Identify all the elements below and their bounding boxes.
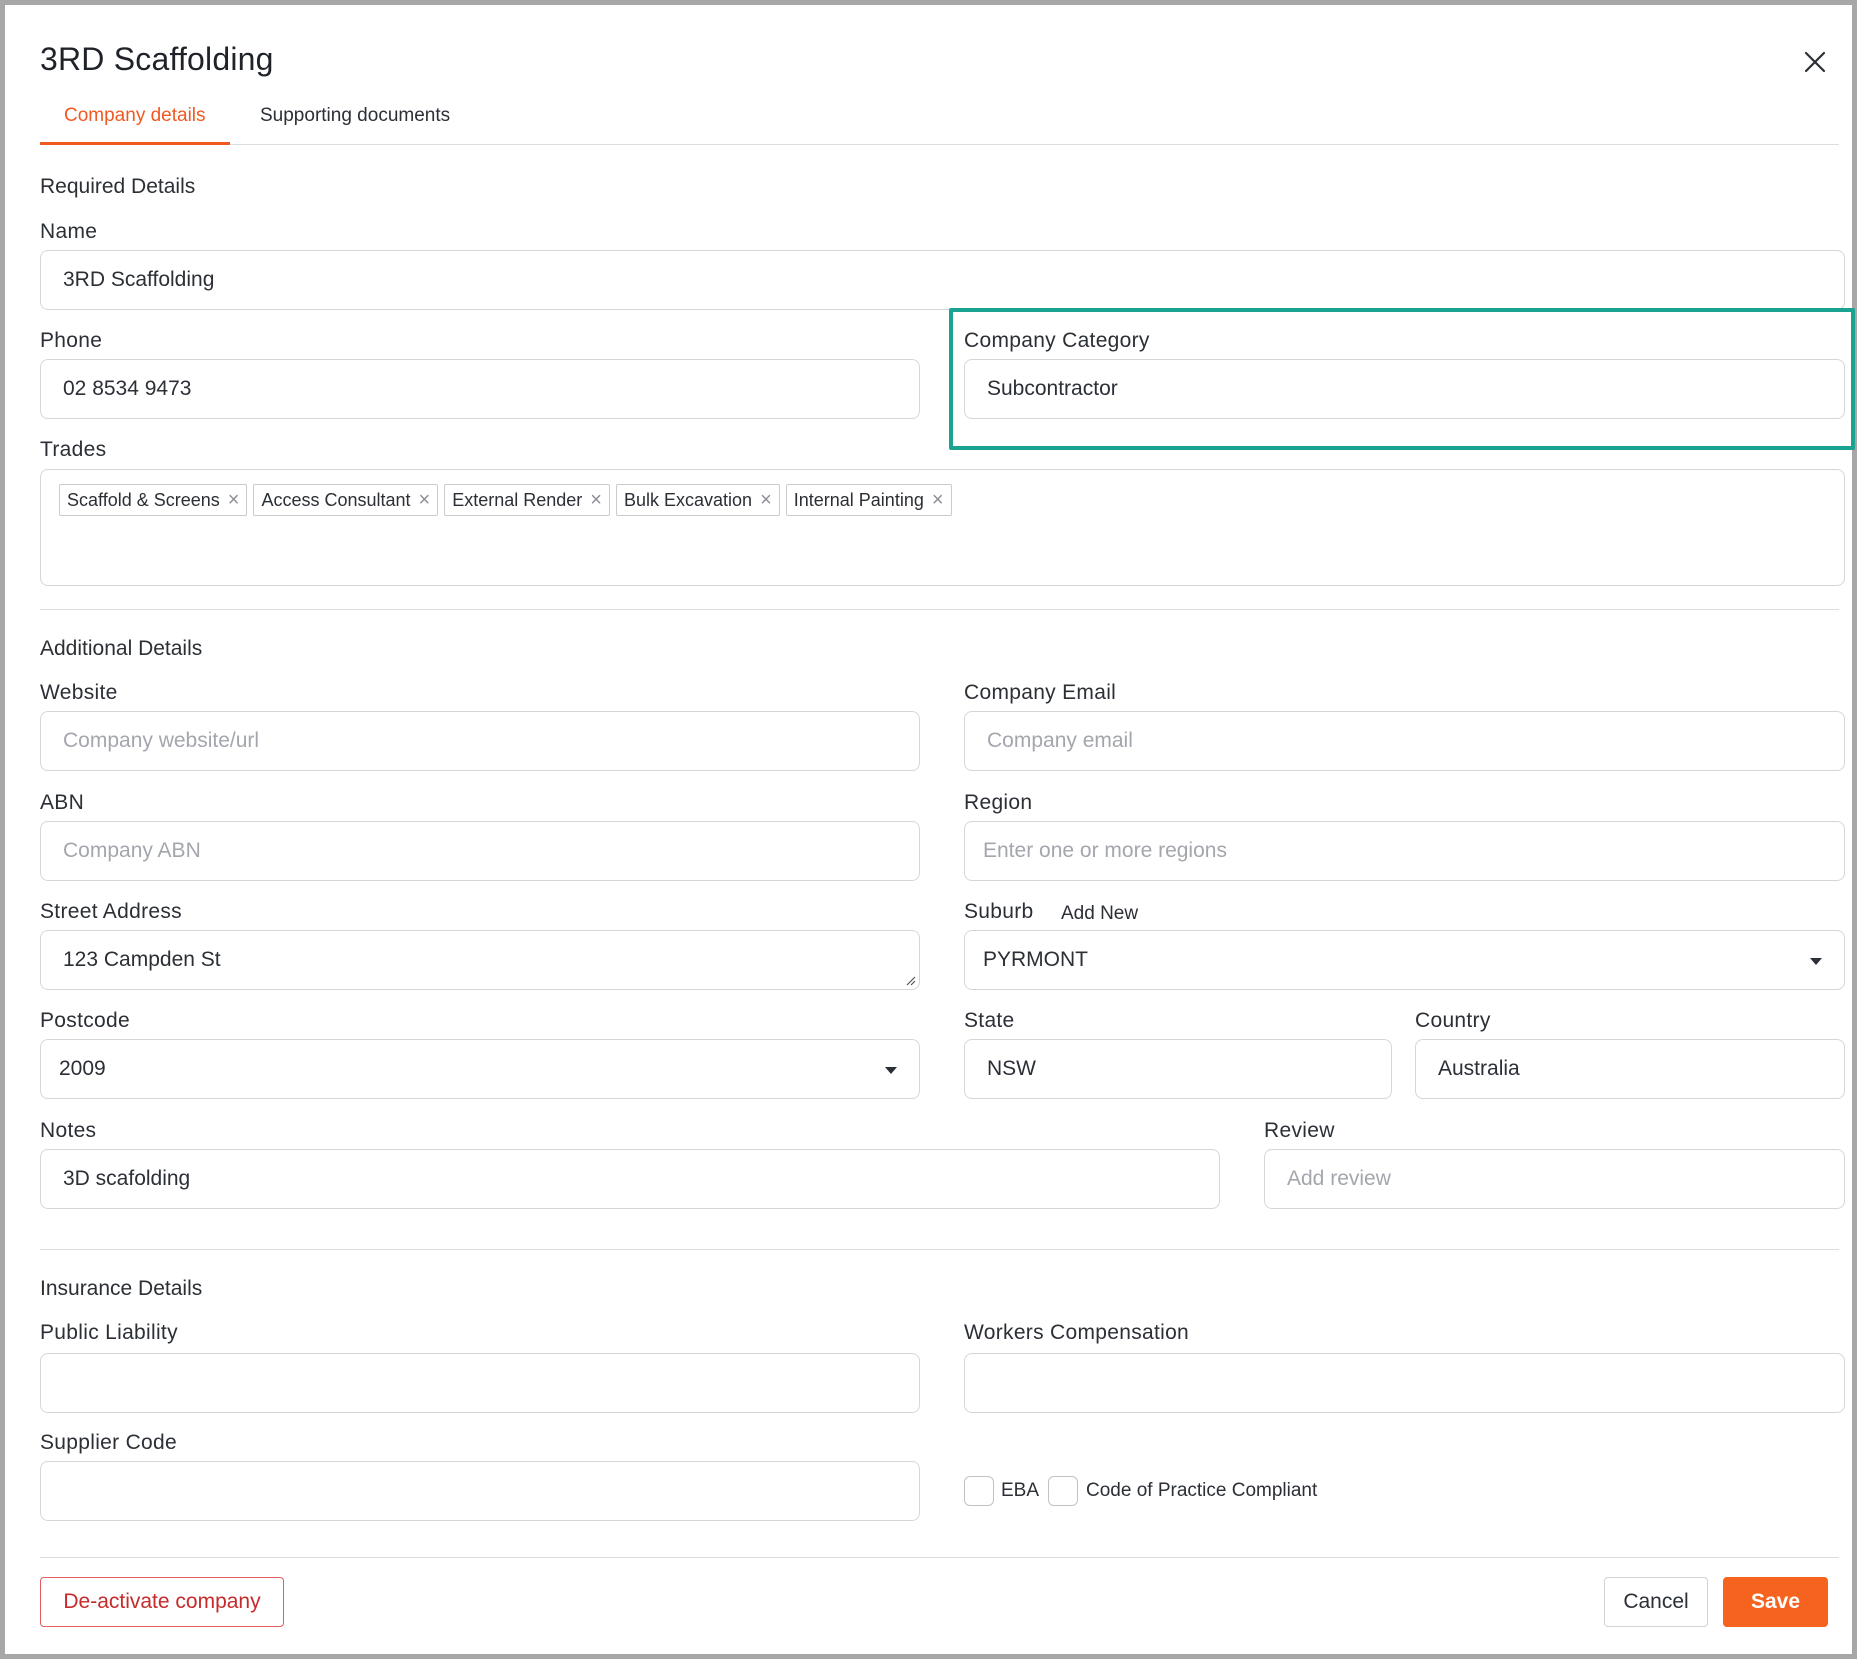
remove-tag-icon[interactable]: × [590, 485, 602, 515]
insurance-details-heading: Insurance Details [40, 1277, 203, 1300]
section-divider [40, 1249, 1839, 1250]
region-input[interactable]: Enter one or more regions [964, 821, 1845, 881]
phone-input[interactable]: 02 8534 9473 [40, 359, 920, 419]
required-details-heading: Required Details [40, 175, 196, 198]
chevron-down-icon [885, 1067, 897, 1074]
company-dialog: 3RD Scaffolding Company details Supporti… [5, 5, 1855, 1654]
save-button[interactable]: Save [1723, 1577, 1828, 1627]
country-label: Country [1415, 1009, 1491, 1032]
website-input[interactable]: Company website/url [40, 711, 920, 771]
company-email-label: Company Email [964, 681, 1117, 704]
eba-checkbox[interactable] [964, 1476, 994, 1506]
suburb-value: PYRMONT [983, 948, 1088, 971]
resize-handle-icon[interactable] [904, 974, 916, 986]
trade-tag-label: External Render [452, 490, 583, 510]
remove-tag-icon[interactable]: × [932, 485, 944, 515]
name-input[interactable]: 3RD Scaffolding [40, 250, 1845, 310]
additional-details-heading: Additional Details [40, 637, 203, 660]
state-input[interactable]: NSW [964, 1039, 1392, 1099]
phone-label: Phone [40, 329, 103, 352]
trade-tag-label: Bulk Excavation [623, 490, 753, 510]
postcode-select[interactable]: 2009 [40, 1039, 920, 1099]
trades-tag-list: Scaffold & Screens × Access Consultant × E… [59, 484, 952, 516]
notes-input[interactable]: 3D scafolding [40, 1149, 1220, 1209]
region-label: Region [964, 791, 1033, 814]
trade-tag-label: Access Consultant [261, 490, 411, 510]
supplier-code-label: Supplier Code [40, 1431, 177, 1454]
suburb-add-new-link[interactable]: Add New [1061, 903, 1138, 925]
street-address-label: Street Address [40, 900, 182, 923]
trades-input[interactable]: Scaffold & Screens × Access Consultant × E… [40, 469, 1845, 586]
footer-divider [40, 1557, 1839, 1558]
public-liability-input[interactable] [40, 1353, 920, 1413]
company-category-input[interactable]: Subcontractor [964, 359, 1845, 419]
trade-tag: Bulk Excavation × [615, 484, 780, 516]
website-label: Website [40, 681, 118, 704]
postcode-value: 2009 [59, 1057, 106, 1080]
code-of-practice-label: Code of Practice Compliant [1086, 1480, 1318, 1501]
section-divider [40, 609, 1839, 610]
remove-tag-icon[interactable]: × [419, 485, 431, 515]
review-input[interactable]: Add review [1264, 1149, 1845, 1209]
trade-tag-label: Internal Painting [793, 490, 924, 510]
suburb-select[interactable]: PYRMONT [964, 930, 1845, 990]
cancel-button[interactable]: Cancel [1604, 1577, 1708, 1627]
workers-compensation-label: Workers Compensation [964, 1321, 1190, 1344]
deactivate-company-button[interactable]: De-activate company [40, 1577, 284, 1627]
company-email-input[interactable]: Company email [964, 711, 1845, 771]
code-of-practice-checkbox[interactable] [1048, 1476, 1078, 1506]
street-address-input[interactable]: 123 Campden St [40, 930, 920, 990]
postcode-label: Postcode [40, 1009, 130, 1032]
state-label: State [964, 1009, 1015, 1032]
trade-tag: External Render × [444, 484, 610, 516]
street-address-value: 123 Campden St [63, 948, 221, 971]
name-label: Name [40, 220, 98, 243]
abn-label: ABN [40, 791, 85, 814]
remove-tag-icon[interactable]: × [760, 485, 772, 515]
review-label: Review [1264, 1119, 1335, 1142]
remove-tag-icon[interactable]: × [228, 485, 240, 515]
supplier-code-input[interactable] [40, 1461, 920, 1521]
close-icon[interactable] [1803, 50, 1827, 74]
eba-label: EBA [1001, 1480, 1040, 1501]
trade-tag: Scaffold & Screens × [59, 484, 248, 516]
trades-label: Trades [40, 438, 107, 461]
notes-label: Notes [40, 1119, 97, 1142]
chevron-down-icon [1810, 958, 1822, 965]
country-input[interactable]: Australia [1415, 1039, 1845, 1099]
public-liability-label: Public Liability [40, 1321, 178, 1344]
workers-compensation-input[interactable] [964, 1353, 1845, 1413]
trade-tag: Internal Painting × [785, 484, 952, 516]
dialog-title: 3RD Scaffolding [40, 41, 274, 77]
trade-tag-label: Scaffold & Screens [67, 490, 220, 510]
suburb-label: Suburb [964, 900, 1034, 923]
tab-bar: Company details Supporting documents [40, 101, 1839, 145]
abn-input[interactable]: Company ABN [40, 821, 920, 881]
company-category-label: Company Category [964, 329, 1150, 352]
tab-company-details[interactable]: Company details [40, 101, 230, 145]
trade-tag: Access Consultant × [253, 484, 439, 516]
tab-supporting-documents[interactable]: Supporting documents [236, 101, 474, 145]
